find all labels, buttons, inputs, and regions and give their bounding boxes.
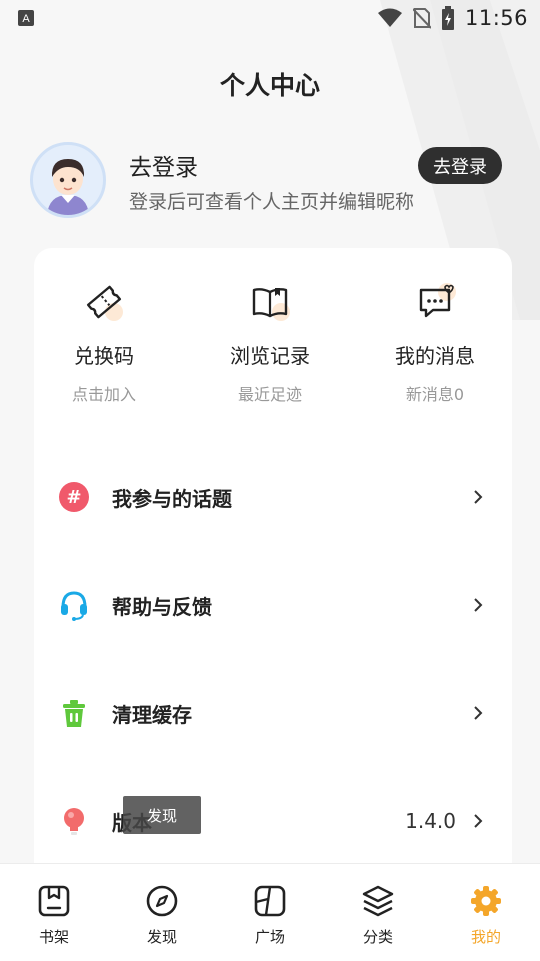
- compass-icon: [146, 885, 178, 917]
- bottom-tab-bar: 书架 发现 广场 分类 我的: [0, 863, 540, 961]
- square-icon: [254, 885, 286, 917]
- ticket-icon: [82, 280, 126, 324]
- gear-icon: [471, 886, 501, 916]
- menu-item-version[interactable]: 版本 1.4.0: [56, 799, 486, 843]
- trash-icon: [56, 695, 92, 731]
- tab-label: 发现: [146, 928, 177, 946]
- chevron-right-icon: [474, 814, 483, 828]
- quick-action-sub: 新消息0: [405, 385, 465, 404]
- no-sim-icon: [412, 8, 431, 29]
- tab-label: 分类: [362, 928, 393, 946]
- layers-icon: [362, 885, 394, 917]
- svg-text:A: A: [22, 13, 30, 25]
- chevron-right-icon: [474, 490, 483, 504]
- status-time: 11:56: [464, 6, 528, 30]
- version-value: 1.4.0: [405, 809, 456, 833]
- tab-bookshelf[interactable]: 书架: [0, 864, 108, 961]
- message-heart-icon: [413, 280, 457, 324]
- menu-item-topics[interactable]: # 我参与的话题: [56, 475, 486, 519]
- tab-category[interactable]: 分类: [324, 864, 432, 961]
- toast-message: 发现: [123, 796, 201, 834]
- page-title: 个人中心: [219, 71, 320, 100]
- status-bar: A 11:56: [0, 0, 540, 38]
- tab-plaza[interactable]: 广场: [216, 864, 324, 961]
- profile-name[interactable]: 去登录: [129, 148, 198, 182]
- hashtag-icon: #: [56, 479, 92, 515]
- login-button[interactable]: 去登录: [418, 147, 502, 184]
- svg-text:#: #: [66, 487, 81, 508]
- bookshelf-icon: [38, 885, 70, 917]
- tab-label: 广场: [254, 928, 285, 946]
- app-notification-icon: A: [18, 10, 34, 30]
- quick-action-redeem-code[interactable]: 兑换码 点击加入: [34, 280, 174, 405]
- quick-action-label: 兑换码: [74, 344, 134, 368]
- quick-action-sub: 点击加入: [71, 385, 136, 404]
- menu-item-label: 我参与的话题: [112, 486, 232, 511]
- avatar[interactable]: [30, 142, 106, 218]
- quick-action-label: 我的消息: [395, 344, 475, 368]
- menu-item-clear-cache[interactable]: 清理缓存: [56, 691, 486, 735]
- wifi-icon: [377, 8, 402, 27]
- menu-item-label: 清理缓存: [112, 702, 192, 727]
- quick-action-messages[interactable]: 我的消息 新消息0: [365, 280, 505, 405]
- menu-item-label: 帮助与反馈: [112, 594, 212, 619]
- tab-discover[interactable]: 发现: [108, 864, 216, 961]
- quick-action-sub: 最近足迹: [237, 385, 302, 404]
- quick-action-history[interactable]: 浏览记录 最近足迹: [200, 280, 340, 405]
- tab-label: 书架: [38, 928, 69, 946]
- quick-action-label: 浏览记录: [230, 344, 310, 368]
- tab-label: 我的: [470, 928, 501, 946]
- chevron-right-icon: [474, 706, 483, 720]
- lightbulb-icon: [56, 803, 92, 839]
- profile-subtitle: 登录后可查看个人主页并编辑昵称: [129, 191, 415, 213]
- headset-icon: [56, 587, 92, 623]
- tab-mine[interactable]: 我的: [432, 864, 540, 961]
- menu-item-help-feedback[interactable]: 帮助与反馈: [56, 583, 486, 627]
- book-icon: [248, 280, 292, 324]
- battery-icon: [441, 6, 454, 30]
- chevron-right-icon: [474, 598, 483, 612]
